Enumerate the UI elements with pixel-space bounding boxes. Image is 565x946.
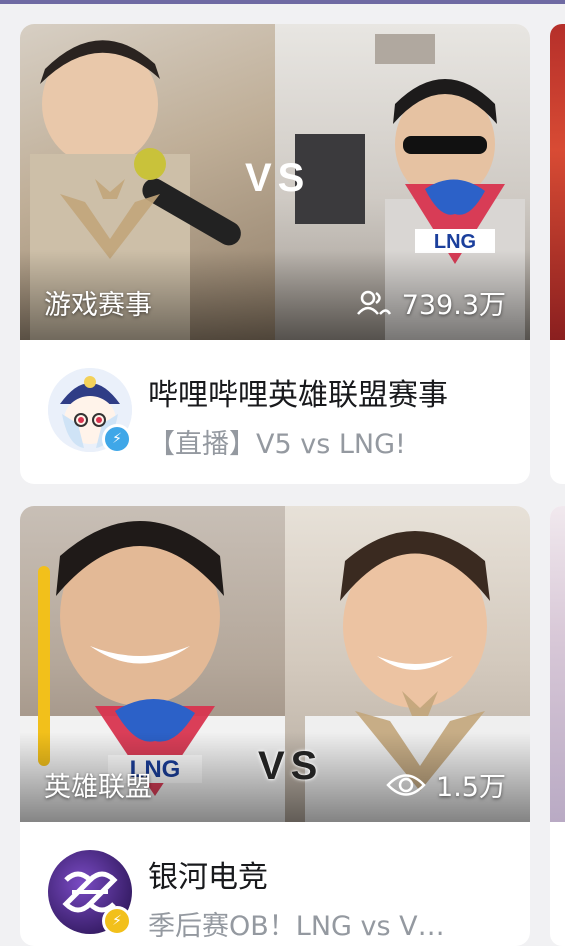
card-info: ⚡ 银河电竞 季后赛OB！LNG vs V… bbox=[20, 822, 530, 946]
card-info: ⚡ 哔哩哔哩英雄联盟赛事 【直播】V5 vs LNG! bbox=[20, 340, 530, 484]
next-card-peek-2[interactable] bbox=[550, 506, 565, 946]
category-label: 英雄联盟 bbox=[44, 772, 152, 803]
room-subtitle: 季后赛OB！LNG vs V… bbox=[148, 911, 445, 942]
live-card-2[interactable]: LNG VS 英雄联盟 1.5万 bbox=[20, 506, 530, 946]
viewer-count-text: 739.3万 bbox=[401, 290, 506, 321]
top-accent-bar bbox=[0, 0, 565, 4]
vs-label: VS bbox=[245, 156, 311, 200]
vs-label: VS bbox=[258, 744, 324, 788]
next-card-peek-1[interactable] bbox=[550, 24, 565, 484]
room-title: 银河电竞 bbox=[148, 860, 268, 895]
room-title: 哔哩哔哩英雄联盟赛事 bbox=[148, 378, 448, 413]
room-subtitle: 【直播】V5 vs LNG! bbox=[148, 429, 406, 460]
eye-icon bbox=[386, 773, 426, 796]
viewer-count-text: 1.5万 bbox=[436, 772, 506, 803]
live-card-1[interactable]: LNG VS 游戏赛事 739.3万 ⚡ 哔哩哔哩英雄联盟赛事 【直播】V5 v… bbox=[20, 24, 530, 484]
thumbnail[interactable]: LNG VS 英雄联盟 1.5万 bbox=[20, 506, 530, 822]
lightning-icon: ⚡ bbox=[102, 424, 132, 454]
category-label: 游戏赛事 bbox=[44, 290, 152, 321]
thumbnail[interactable]: LNG VS 游戏赛事 739.3万 bbox=[20, 24, 530, 340]
viewer-count: 1.5万 bbox=[386, 765, 506, 804]
viewer-count: 739.3万 bbox=[356, 283, 506, 322]
people-icon bbox=[356, 290, 391, 315]
